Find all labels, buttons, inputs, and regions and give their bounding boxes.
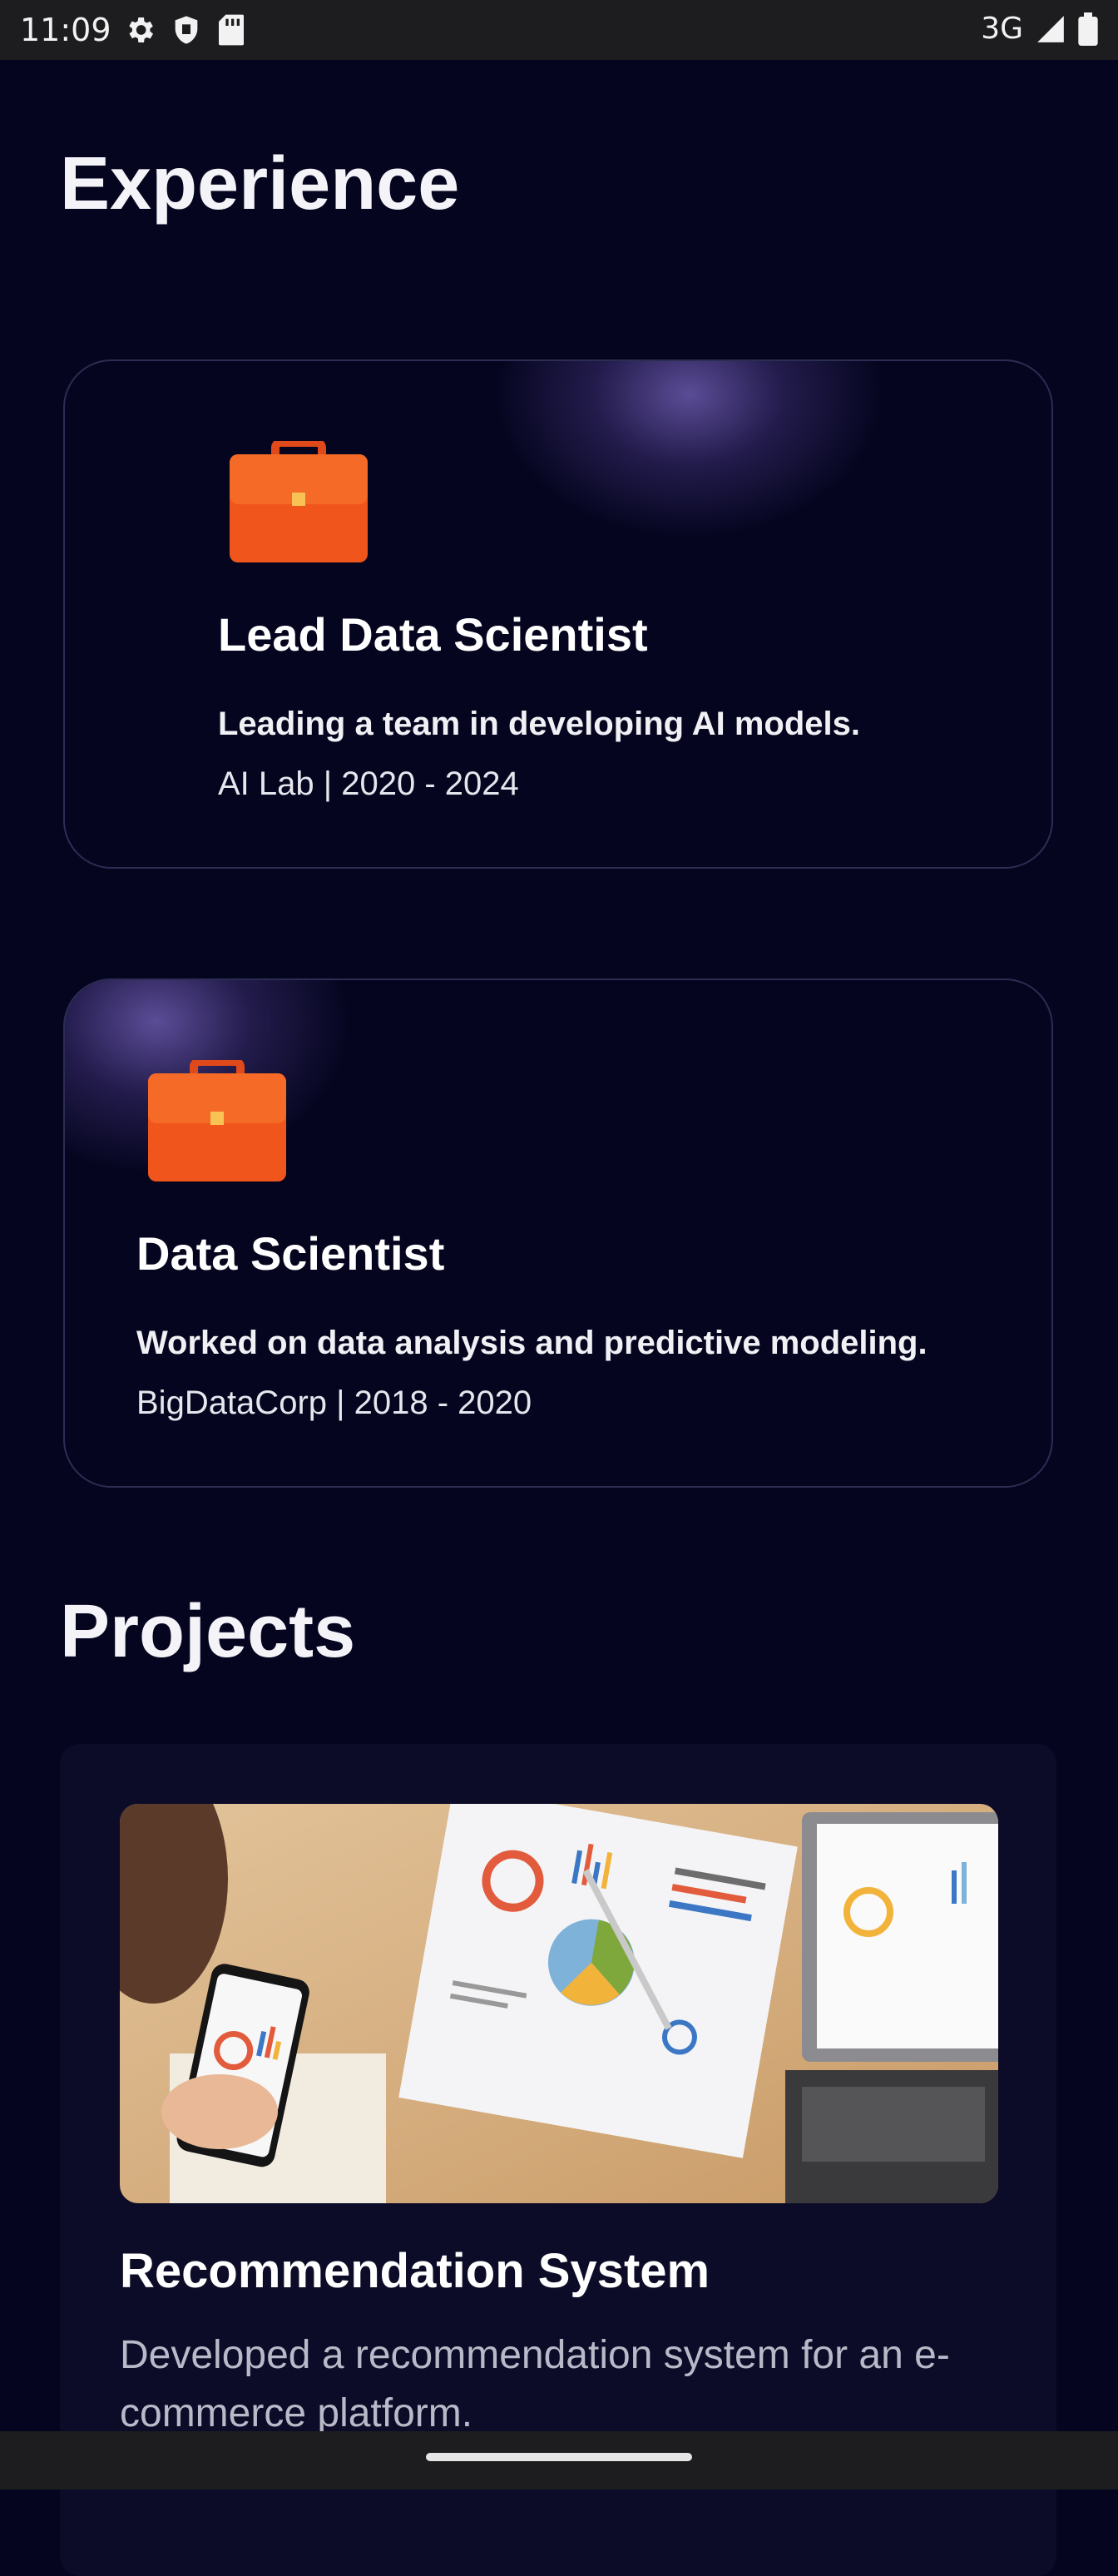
gear-icon (129, 17, 153, 42)
project-title: Recommendation System (120, 2244, 710, 2298)
battery-icon (1078, 12, 1098, 46)
network-type: 3G (981, 12, 1023, 46)
shield-icon (175, 16, 198, 44)
experience-heading: Experience (60, 142, 460, 225)
experience-card: Lead Data Scientist Leading a team in de… (63, 359, 1053, 869)
briefcase-icon (148, 1060, 286, 1181)
home-indicator[interactable] (426, 2453, 692, 2461)
status-time: 11:09 (20, 12, 111, 48)
signal-icon (1037, 15, 1064, 42)
status-icons-left (123, 13, 246, 47)
navigation-bar (0, 2431, 1118, 2489)
experience-meta: BigDataCorp | 2018 - 2020 (136, 1385, 532, 1421)
status-right: 3G (981, 12, 1098, 46)
projects-heading: Projects (60, 1590, 356, 1673)
status-bar: 11:09 3G (0, 0, 1118, 60)
experience-meta: AI Lab | 2020 - 2024 (218, 765, 519, 802)
project-image (120, 1804, 998, 2203)
card-glow (497, 361, 880, 536)
project-description: Developed a recommendation system for an… (120, 2333, 950, 2435)
experience-title: Lead Data Scientist (218, 608, 648, 661)
data-analysis-photo (120, 1804, 998, 2203)
experience-description: Leading a team in developing AI models. (218, 706, 860, 742)
experience-card: Data Scientist Worked on data analysis a… (63, 978, 1053, 1488)
briefcase-icon (230, 441, 368, 562)
experience-description: Worked on data analysis and predictive m… (136, 1325, 928, 1361)
sd-card-icon (219, 14, 244, 46)
experience-title: Data Scientist (136, 1227, 445, 1280)
